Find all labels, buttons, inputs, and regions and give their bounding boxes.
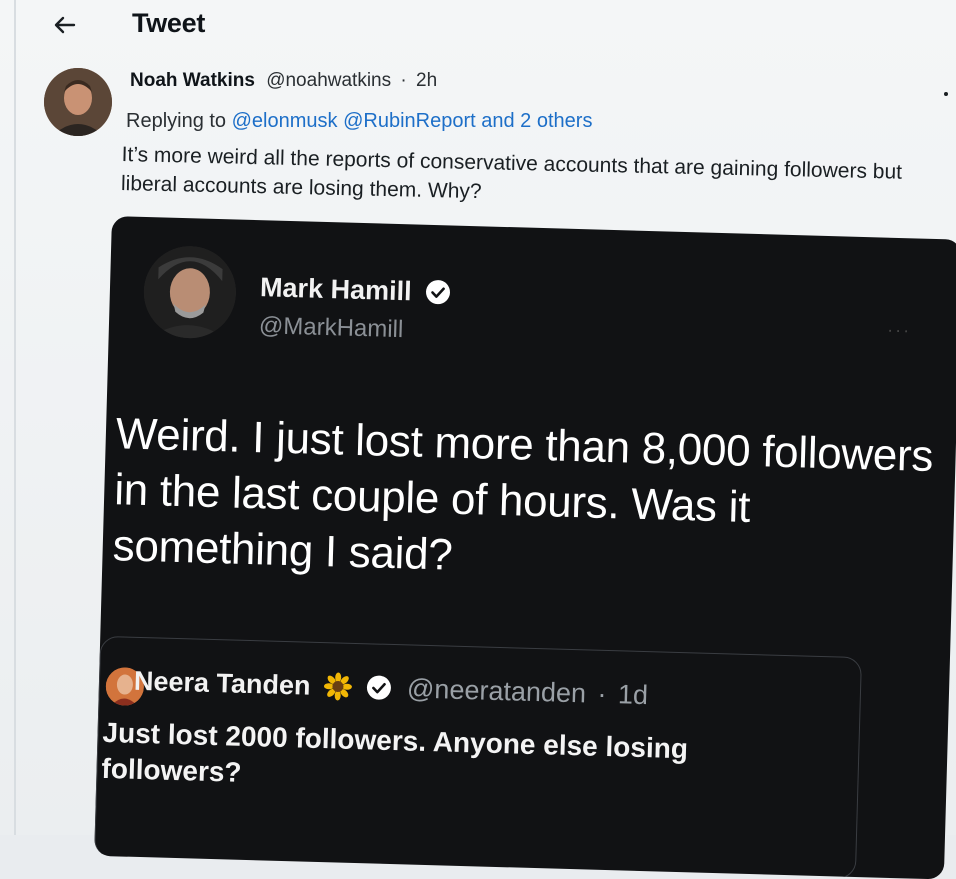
card-avatar: [142, 244, 238, 340]
page-title: Tweet: [132, 8, 206, 38]
card-author-name: Mark Hamill: [259, 272, 412, 307]
and-others-link[interactable]: and 2 others: [481, 110, 592, 132]
back-arrow-icon[interactable]: [52, 12, 78, 38]
replying-prefix: Replying to: [126, 110, 227, 132]
mention-rubinreport[interactable]: @RubinReport: [343, 110, 476, 132]
embedded-tweet-image[interactable]: Mark Hamill @MarkHamill ··· Weird. I jus…: [94, 216, 956, 879]
inner-separator: ·: [597, 678, 607, 709]
author-name[interactable]: Noah Watkins: [130, 70, 255, 91]
inner-tweet-time: 1d: [617, 679, 649, 711]
inner-quote-text: Just lost 2000 followers. Anyone else lo…: [101, 716, 689, 788]
card-more-icon: ···: [886, 319, 912, 341]
page-header: Tweet: [0, 0, 956, 56]
tweet-time[interactable]: 2h: [416, 70, 437, 91]
inner-quote-tweet: Neera Tanden @neeratanden · 1d Just lost…: [94, 635, 862, 879]
inner-author-name: Neera Tanden: [133, 665, 311, 701]
card-author-handle: @MarkHamill: [258, 312, 404, 344]
avatar-photo: [44, 68, 112, 136]
mention-elonmusk[interactable]: @elonmusk: [232, 110, 338, 132]
more-icon[interactable]: [944, 92, 948, 96]
screen: Tweet Noah Watkins @noahwatkins · 2h Rep…: [0, 0, 956, 879]
avatar[interactable]: [44, 68, 112, 136]
author-handle[interactable]: @noahwatkins: [266, 70, 391, 91]
inner-author-handle: @neeratanden: [406, 673, 587, 709]
card-avatar-photo: [142, 244, 238, 340]
separator: ·: [400, 70, 407, 91]
inner-quote-author-line: Neera Tanden @neeratanden · 1d: [134, 666, 649, 711]
sunflower-icon: [324, 672, 353, 701]
reply-text: It’s more weird all the reports of conse…: [120, 142, 903, 204]
verified-icon: [426, 280, 451, 305]
replying-to: Replying to @elonmusk @RubinReport and 2…: [126, 110, 592, 133]
inner-verified-icon: [366, 675, 391, 700]
card-author-line: Mark Hamill: [260, 272, 452, 308]
reply-author-line: Noah Watkins @noahwatkins · 2h: [130, 70, 437, 92]
card-tweet-text: Weird. I just lost more than 8,000 follo…: [112, 409, 934, 580]
column-divider: [14, 0, 16, 835]
